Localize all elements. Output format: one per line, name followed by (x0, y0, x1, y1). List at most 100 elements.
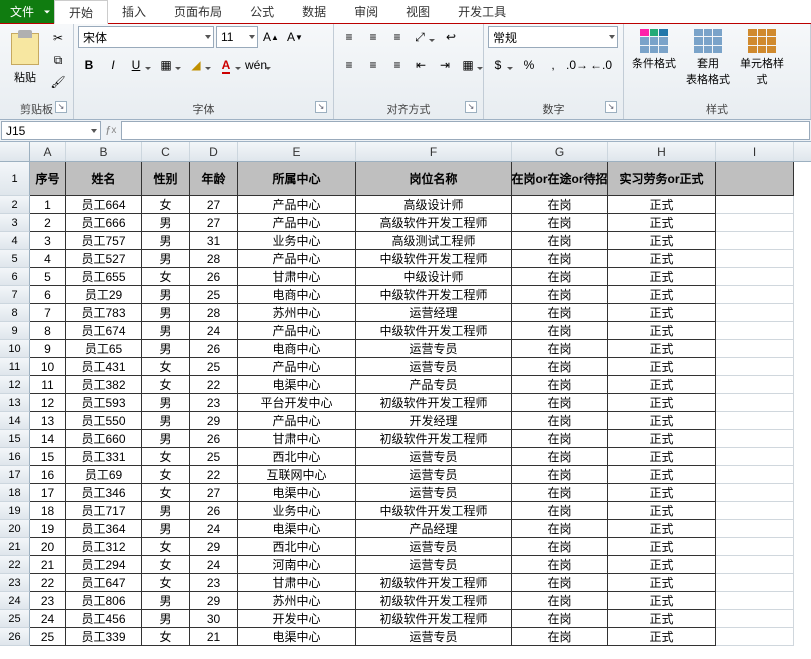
cell[interactable] (716, 502, 794, 520)
italic-button[interactable]: I (102, 54, 124, 76)
cell[interactable]: 员工550 (66, 412, 142, 430)
col-header-I[interactable]: I (716, 142, 794, 161)
cell[interactable]: 正式 (608, 448, 716, 466)
cell[interactable] (716, 412, 794, 430)
cell[interactable]: 男 (142, 322, 190, 340)
cell[interactable]: 正式 (608, 286, 716, 304)
cell[interactable]: 西北中心 (238, 538, 356, 556)
cut-button[interactable]: ✂ (48, 28, 68, 48)
font-size-combo[interactable]: 11 (216, 26, 258, 48)
cell[interactable]: 产品中心 (238, 214, 356, 232)
cell[interactable]: 正式 (608, 358, 716, 376)
align-center-button[interactable]: ≡ (362, 54, 384, 76)
cell[interactable]: 在岗 (512, 322, 608, 340)
row-header[interactable]: 12 (0, 376, 30, 394)
cell[interactable]: 运营专员 (356, 340, 512, 358)
cell[interactable]: 男 (142, 250, 190, 268)
grow-font-button[interactable]: A▲ (260, 26, 282, 48)
cell[interactable]: 正式 (608, 340, 716, 358)
cell[interactable] (716, 484, 794, 502)
cell[interactable]: 在岗 (512, 556, 608, 574)
cell[interactable]: 电商中心 (238, 340, 356, 358)
cell[interactable]: 员工29 (66, 286, 142, 304)
cell[interactable] (716, 592, 794, 610)
cell[interactable] (716, 196, 794, 214)
cell[interactable]: 员工527 (66, 250, 142, 268)
cell[interactable]: 正式 (608, 466, 716, 484)
cell[interactable]: 中级软件开发工程师 (356, 286, 512, 304)
cell[interactable]: 男 (142, 520, 190, 538)
cell[interactable]: 正式 (608, 250, 716, 268)
cell[interactable]: 29 (190, 538, 238, 556)
cell[interactable]: 女 (142, 628, 190, 646)
underline-button[interactable]: U (126, 54, 154, 76)
row-header[interactable]: 6 (0, 268, 30, 286)
cell[interactable]: 中级设计师 (356, 268, 512, 286)
cell[interactable]: 中级软件开发工程师 (356, 502, 512, 520)
tab-4[interactable]: 数据 (288, 0, 340, 23)
cell[interactable]: 12 (30, 394, 66, 412)
cell[interactable]: 2 (30, 214, 66, 232)
cell[interactable]: 在岗 (512, 430, 608, 448)
cell[interactable]: 在岗 (512, 610, 608, 628)
cell[interactable]: 在岗 (512, 340, 608, 358)
row-header[interactable]: 13 (0, 394, 30, 412)
cell[interactable]: 男 (142, 214, 190, 232)
cell[interactable]: 在岗 (512, 358, 608, 376)
cell[interactable]: 员工674 (66, 322, 142, 340)
cell[interactable] (716, 628, 794, 646)
cell[interactable]: 女 (142, 196, 190, 214)
cell[interactable]: 21 (30, 556, 66, 574)
cell[interactable] (716, 304, 794, 322)
cell[interactable]: 河南中心 (238, 556, 356, 574)
cell[interactable]: 正式 (608, 394, 716, 412)
cell[interactable]: 7 (30, 304, 66, 322)
cell[interactable]: 员工666 (66, 214, 142, 232)
phonetic-button[interactable]: wén (246, 54, 274, 76)
cell[interactable] (716, 448, 794, 466)
cell[interactable]: 女 (142, 268, 190, 286)
cell[interactable]: 29 (190, 592, 238, 610)
cell[interactable]: 23 (190, 574, 238, 592)
cell[interactable]: 员工593 (66, 394, 142, 412)
cell[interactable]: 27 (190, 214, 238, 232)
cell[interactable]: 在岗 (512, 574, 608, 592)
inc-decimal-button[interactable]: .0→ (566, 54, 588, 76)
tab-2[interactable]: 页面布局 (160, 0, 236, 23)
cell[interactable]: 男 (142, 304, 190, 322)
cell[interactable]: 在岗 (512, 232, 608, 250)
cell[interactable]: 17 (30, 484, 66, 502)
shrink-font-button[interactable]: A▼ (284, 26, 306, 48)
cell[interactable]: 员工69 (66, 466, 142, 484)
number-launcher[interactable]: ↘ (605, 101, 617, 113)
cell[interactable]: 业务中心 (238, 232, 356, 250)
cell[interactable]: 1 (30, 196, 66, 214)
align-right-button[interactable]: ≡ (386, 54, 408, 76)
row-header[interactable]: 19 (0, 502, 30, 520)
row-header[interactable]: 14 (0, 412, 30, 430)
cell[interactable]: 员工331 (66, 448, 142, 466)
cell[interactable]: 初级软件开发工程师 (356, 610, 512, 628)
cell[interactable]: 24 (30, 610, 66, 628)
cell-styles-button[interactable]: 单元格样式 (736, 26, 788, 92)
row-header[interactable]: 24 (0, 592, 30, 610)
row-header[interactable]: 10 (0, 340, 30, 358)
cell[interactable]: 21 (190, 628, 238, 646)
cell[interactable]: 甘肃中心 (238, 268, 356, 286)
cell[interactable]: 产品中心 (238, 412, 356, 430)
cell[interactable]: 30 (190, 610, 238, 628)
row-header[interactable]: 9 (0, 322, 30, 340)
cell[interactable]: 高级软件开发工程师 (356, 214, 512, 232)
cell[interactable]: 正式 (608, 484, 716, 502)
row-header[interactable]: 16 (0, 448, 30, 466)
col-header-F[interactable]: F (356, 142, 512, 161)
cell[interactable]: 产品中心 (238, 322, 356, 340)
cell[interactable]: 男 (142, 286, 190, 304)
cell[interactable]: 11 (30, 376, 66, 394)
row-header[interactable]: 18 (0, 484, 30, 502)
cell[interactable]: 苏州中心 (238, 592, 356, 610)
indent-dec-button[interactable]: ⇤ (410, 54, 432, 76)
cell[interactable]: 在岗 (512, 394, 608, 412)
cell[interactable]: 22 (190, 466, 238, 484)
cell[interactable]: 实习劳务or正式 (608, 162, 716, 196)
